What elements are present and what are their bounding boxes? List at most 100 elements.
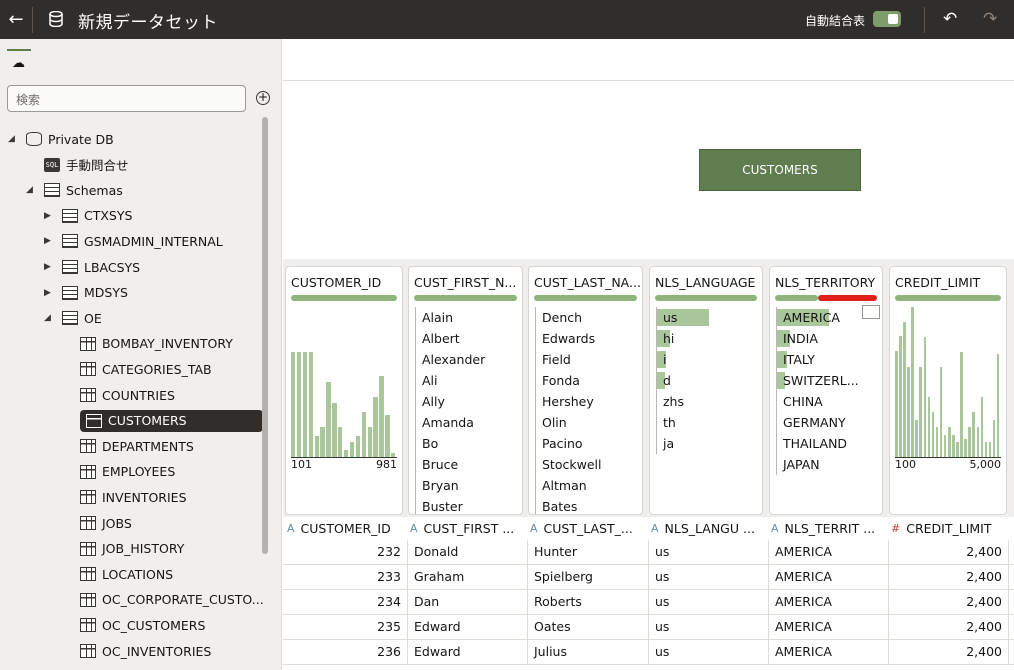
table-cell[interactable]: AMERICA [769,615,889,639]
value-item[interactable]: d [656,370,684,391]
table-cell[interactable]: us [649,640,769,664]
value-item[interactable]: Fonda [535,370,601,391]
checkbox-icon[interactable] [862,305,880,319]
column-profile-card[interactable]: CREDIT_LIMIT 100 5,000 [889,266,1007,515]
value-item[interactable]: SWITZERL... [776,370,859,391]
value-item[interactable]: Ali [415,370,485,391]
value-item[interactable]: Field [535,349,601,370]
tree-item[interactable]: BOMBAY_INVENTORY [80,333,233,355]
table-cell[interactable]: Hunter [528,540,649,564]
table-cell[interactable]: 2,400 [889,640,1009,664]
tree-item[interactable]: DEPARTMENTS [80,435,194,457]
table-row[interactable]: 232 Donald Hunter us AMERICA 2,400 [283,540,1014,565]
scrollbar[interactable] [262,117,268,554]
tree-item[interactable]: LOCATIONS [80,563,173,585]
value-item[interactable]: Amanda [415,412,485,433]
column-header[interactable]: A CUST_FIRST ... [410,517,526,540]
value-item[interactable]: i [656,349,684,370]
table-cell[interactable]: Edward [408,615,528,639]
value-item[interactable]: Edwards [535,328,601,349]
table-cell[interactable]: AMERICA [769,540,889,564]
tree-item[interactable]: OC_CORPORATE_CUSTO... [80,589,264,611]
column-profile-card[interactable]: CUSTOMER_ID 101 981 [285,266,403,515]
caret-right-icon[interactable]: ▶ [44,262,54,272]
table-cell[interactable]: us [649,590,769,614]
value-item[interactable]: Albert [415,328,485,349]
dataset-title[interactable]: 新規データセット [78,8,218,33]
tree-item[interactable]: OC_CUSTOMERS [80,614,205,636]
value-item[interactable]: Hershey [535,391,601,412]
tree-item[interactable]: OC_INVENTORIES [80,640,211,662]
table-cell[interactable]: 235 [285,615,408,639]
tree-item[interactable]: SQL 手動問合せ [26,154,129,176]
tree-item[interactable]: CATEGORIES_TAB [80,358,212,380]
value-item[interactable]: Olin [535,412,601,433]
tree-item[interactable]: ▶ GSMADMIN_INTERNAL [44,230,223,252]
column-profile-card[interactable]: NLS_TERRITORY AMERICA INDIA ITALY SWITZERL..… [769,266,883,515]
table-cell[interactable]: AMERICA [769,590,889,614]
table-cell[interactable]: 234 [285,590,408,614]
tree-item[interactable]: CUSTOMERS [80,409,263,432]
column-header[interactable]: A CUSTOMER_ID [287,517,406,540]
table-cell[interactable]: 2,400 [889,565,1009,589]
undo-icon[interactable]: ↶ [943,9,957,29]
back-arrow-icon[interactable]: ← [0,0,32,39]
connections-icon[interactable]: ☁ [12,56,25,71]
caret-right-icon[interactable]: ▶ [44,288,54,298]
value-item[interactable]: Bruce [415,454,485,475]
table-row[interactable]: 236 Edward Julius us AMERICA 2,400 [283,640,1014,665]
column-profile-card[interactable]: CUST_LAST_NA... Dench Edwards Field Fonda Her… [528,266,643,515]
value-item[interactable]: AMERICA [776,307,859,328]
tree-item[interactable]: INVENTORIES [80,486,187,508]
table-cell[interactable]: 232 [285,540,408,564]
caret-right-icon[interactable]: ▶ [44,211,54,221]
value-item[interactable]: ja [656,433,684,454]
caret-right-icon[interactable]: ▶ [44,236,54,246]
table-cell[interactable]: Roberts [528,590,649,614]
value-item[interactable]: Buster [415,496,485,514]
table-cell[interactable]: Donald [408,540,528,564]
table-row[interactable]: 235 Edward Oates us AMERICA 2,400 [283,615,1014,640]
table-cell[interactable]: us [649,615,769,639]
value-item[interactable]: ITALY [776,349,859,370]
value-item[interactable]: GERMANY [776,412,859,433]
table-cell[interactable]: 2,400 [889,615,1009,639]
join-diagram-canvas[interactable] [283,81,1014,259]
add-icon[interactable]: + [256,91,270,105]
column-header[interactable]: A NLS_TERRIT ... [771,517,887,540]
value-item[interactable]: Bryan [415,475,485,496]
caret-down-icon[interactable]: ◢ [8,134,18,144]
value-item[interactable]: Alexander [415,349,485,370]
search-input[interactable]: 検索 [7,85,246,112]
tree-item[interactable]: ▶ MDSYS [44,282,128,304]
value-item[interactable]: THAILAND [776,433,859,454]
value-item[interactable]: INDIA [776,328,859,349]
value-item[interactable]: Stockwell [535,454,601,475]
column-profile-card[interactable]: NLS_LANGUAGE us hi i d zhs th ja [649,266,763,515]
tree-item[interactable]: JOB_HISTORY [80,538,184,560]
caret-down-icon[interactable]: ◢ [44,313,54,323]
tree-item[interactable]: COUNTRIES [80,384,175,406]
table-row[interactable]: 234 Dan Roberts us AMERICA 2,400 [283,590,1014,615]
tree-item[interactable]: ◢ Private DB [8,128,114,150]
tree-item[interactable]: ◢ OE [44,307,102,329]
auto-join-toggle[interactable] [873,11,901,27]
entity-customers[interactable]: CUSTOMERS [699,149,861,191]
table-cell[interactable]: 233 [285,565,408,589]
caret-down-icon[interactable]: ◢ [26,185,36,195]
table-cell[interactable]: 2,400 [889,590,1009,614]
column-header[interactable]: A CUST_LAST_... [530,517,647,540]
table-cell[interactable]: 236 [285,640,408,664]
value-item[interactable]: Bo [415,433,485,454]
table-cell[interactable]: us [649,565,769,589]
value-item[interactable]: JAPAN [776,454,859,475]
table-cell[interactable]: AMERICA [769,565,889,589]
column-header[interactable]: # CREDIT_LIMIT [891,517,1012,540]
table-cell[interactable]: us [649,540,769,564]
tree-item[interactable]: ◢ Schemas [26,179,123,201]
value-item[interactable]: Bates [535,496,601,514]
tree-item[interactable]: EMPLOYEES [80,461,175,483]
table-cell[interactable]: Julius [528,640,649,664]
value-item[interactable]: hi [656,328,684,349]
table-cell[interactable]: Edward [408,640,528,664]
